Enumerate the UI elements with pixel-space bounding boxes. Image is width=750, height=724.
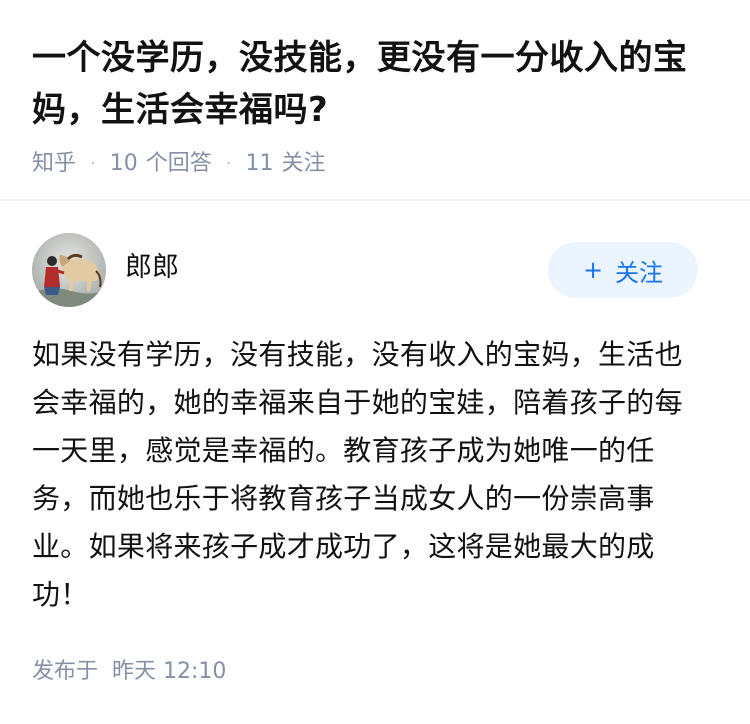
answer-count: 10 — [109, 151, 138, 176]
published-label: 发布于 — [32, 659, 99, 684]
meta-separator: · — [225, 153, 232, 174]
author-name[interactable]: 郎郎 — [125, 245, 548, 284]
published-time: 昨天 12:10 — [112, 659, 227, 684]
avatar-horse-painting-icon — [32, 233, 106, 307]
answer-timestamp: 发布于 昨天 12:10 — [32, 654, 226, 690]
avatar[interactable] — [32, 233, 106, 307]
follow-button-label: 关注 — [615, 258, 664, 287]
answer-page: 一个没学历，没技能，更没有一分收入的宝妈，生活会幸福吗? 知乎 · 10 个回答… — [0, 0, 750, 724]
follower-count: 11 — [245, 151, 274, 176]
follow-button[interactable]: + 关注 — [548, 242, 698, 298]
author-row: 郎郎 + 关注 — [32, 233, 698, 307]
question-header: 一个没学历，没技能，更没有一分收入的宝妈，生活会幸福吗? 知乎 · 10 个回答… — [0, 0, 750, 180]
answer-content[interactable]: 如果没有学历，没有技能，没有收入的宝妈，生活也会幸福的，她的幸福来自于她的宝娃，… — [32, 331, 704, 619]
section-divider — [0, 199, 750, 201]
question-meta: 知乎 · 10 个回答 · 11 关注 — [32, 148, 718, 180]
answer-count-label: 个回答 — [145, 151, 212, 176]
question-title[interactable]: 一个没学历，没技能，更没有一分收入的宝妈，生活会幸福吗? — [32, 32, 718, 136]
source-label[interactable]: 知乎 — [32, 148, 76, 180]
follower-count-label: 关注 — [281, 151, 326, 176]
meta-separator: · — [90, 153, 96, 174]
plus-icon: + — [582, 256, 604, 284]
